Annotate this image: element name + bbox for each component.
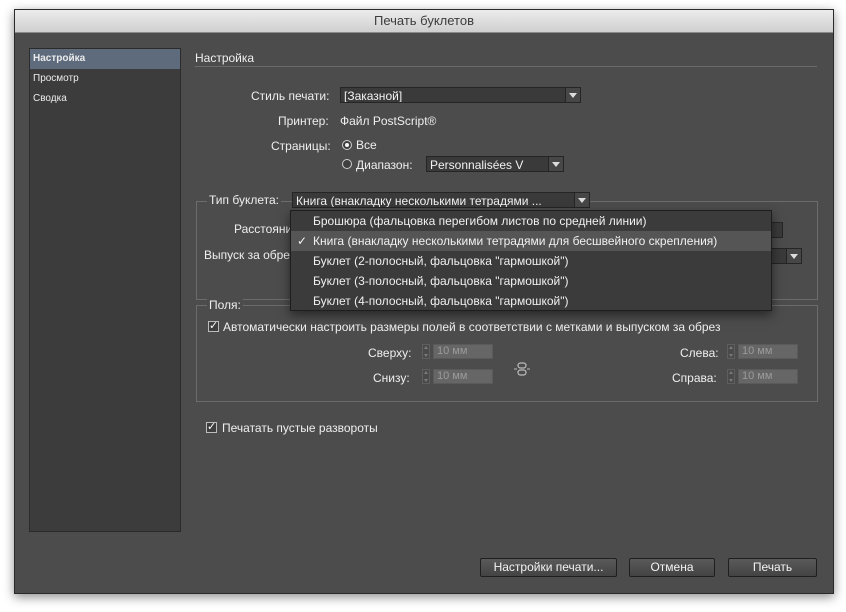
bleed-label: Выпуск за обре	[204, 248, 290, 262]
menu-item-label: Буклет (3-полосный, фальцовка "гармошкой…	[313, 274, 569, 288]
chevron-down-icon	[786, 249, 801, 263]
print-button[interactable]: Печать	[728, 558, 817, 577]
auto-margins-label: Автоматически настроить размеры полей в …	[223, 320, 721, 334]
top-margin-field[interactable]: 10 мм	[433, 344, 493, 359]
check-icon: ✓	[207, 421, 217, 433]
margins-group-label: Поля:	[207, 298, 243, 312]
bottom-margin-spinner[interactable]	[422, 369, 430, 384]
booklet-print-dialog: Печать буклетов Настройка Просмотр Сводк…	[14, 9, 834, 594]
check-icon: ✓	[209, 320, 219, 332]
printer-value: Файл PostScript®	[340, 114, 437, 128]
print-style-label: Стиль печати:	[251, 89, 330, 103]
left-margin-spinner[interactable]	[727, 344, 735, 359]
pages-range-value: Personnalisées V	[430, 158, 524, 172]
sidebar-item-preview[interactable]: Просмотр	[30, 69, 180, 89]
checkmark-icon: ✓	[297, 234, 308, 248]
pages-all-radio[interactable]	[342, 140, 352, 150]
bottom-margin-label: Снизу:	[373, 371, 410, 385]
sidebar-item-setup[interactable]: Настройка	[30, 49, 180, 69]
top-margin-spinner[interactable]	[422, 344, 430, 359]
printer-label: Принтер:	[278, 114, 329, 128]
chevron-down-icon	[574, 193, 589, 207]
booklet-type-dropdown[interactable]: Книга (внакладку несколькими тетрадями .…	[292, 192, 590, 208]
print-style-value: [Заказной]	[344, 89, 403, 103]
bleed-dropdown-edge[interactable]	[767, 248, 802, 264]
chevron-down-icon	[548, 157, 563, 171]
print-settings-button[interactable]: Настройки печати...	[480, 558, 617, 577]
print-blank-spreads-checkbox[interactable]: ✓	[206, 421, 217, 433]
section-divider	[195, 66, 817, 67]
cancel-button[interactable]: Отмена	[629, 558, 715, 577]
menu-item-3-panel[interactable]: Буклет (3-полосный, фальцовка "гармошкой…	[291, 271, 771, 291]
pages-label: Страницы:	[271, 139, 331, 153]
chain-link-icon[interactable]	[514, 362, 530, 376]
booklet-type-value: Книга (внакладку несколькими тетрадями .…	[296, 194, 542, 208]
auto-margins-checkbox[interactable]: ✓	[208, 320, 219, 332]
spacing-label: Расстояни	[234, 222, 293, 236]
menu-item-label: Буклет (4-полосный, фальцовка "гармошкой…	[313, 294, 569, 308]
pages-range-label: Диапазон:	[356, 158, 413, 172]
print-style-dropdown[interactable]: [Заказной]	[340, 87, 581, 103]
section-title: Настройка	[195, 51, 255, 65]
booklet-type-menu: Брошюра (фальцовка перегибом листов по с…	[290, 210, 772, 311]
pages-all-label: Все	[356, 138, 377, 152]
window-title: Печать буклетов	[15, 10, 833, 33]
menu-item-label: Буклет (2-полосный, фальцовка "гармошкой…	[313, 254, 569, 268]
menu-item-book[interactable]: ✓ Книга (внакладку несколькими тетрадями …	[291, 231, 771, 251]
pages-range-dropdown[interactable]: Personnalisées V	[426, 156, 564, 172]
booklet-type-label: Тип буклета:	[207, 193, 281, 207]
menu-item-label: Книга (внакладку несколькими тетрадями д…	[313, 234, 718, 248]
chevron-down-icon	[565, 88, 580, 102]
top-margin-label: Сверху:	[368, 346, 412, 360]
sidebar: Настройка Просмотр Сводка	[29, 48, 181, 532]
menu-item-label: Брошюра (фальцовка перегибом листов по с…	[313, 214, 647, 228]
pages-range-radio[interactable]	[342, 159, 352, 169]
left-margin-field[interactable]: 10 мм	[738, 344, 798, 359]
sidebar-item-summary[interactable]: Сводка	[30, 89, 180, 109]
right-margin-field[interactable]: 10 мм	[738, 369, 798, 384]
menu-item-4-panel[interactable]: Буклет (4-полосный, фальцовка "гармошкой…	[291, 291, 771, 311]
left-margin-label: Слева:	[680, 346, 719, 360]
bottom-margin-field[interactable]: 10 мм	[433, 369, 493, 384]
print-blank-spreads-label: Печатать пустые развороты	[222, 421, 378, 435]
right-margin-spinner[interactable]	[727, 369, 735, 384]
menu-item-2-panel[interactable]: Буклет (2-полосный, фальцовка "гармошкой…	[291, 251, 771, 271]
right-margin-label: Справа:	[672, 371, 717, 385]
menu-item-brochure[interactable]: Брошюра (фальцовка перегибом листов по с…	[291, 211, 771, 231]
